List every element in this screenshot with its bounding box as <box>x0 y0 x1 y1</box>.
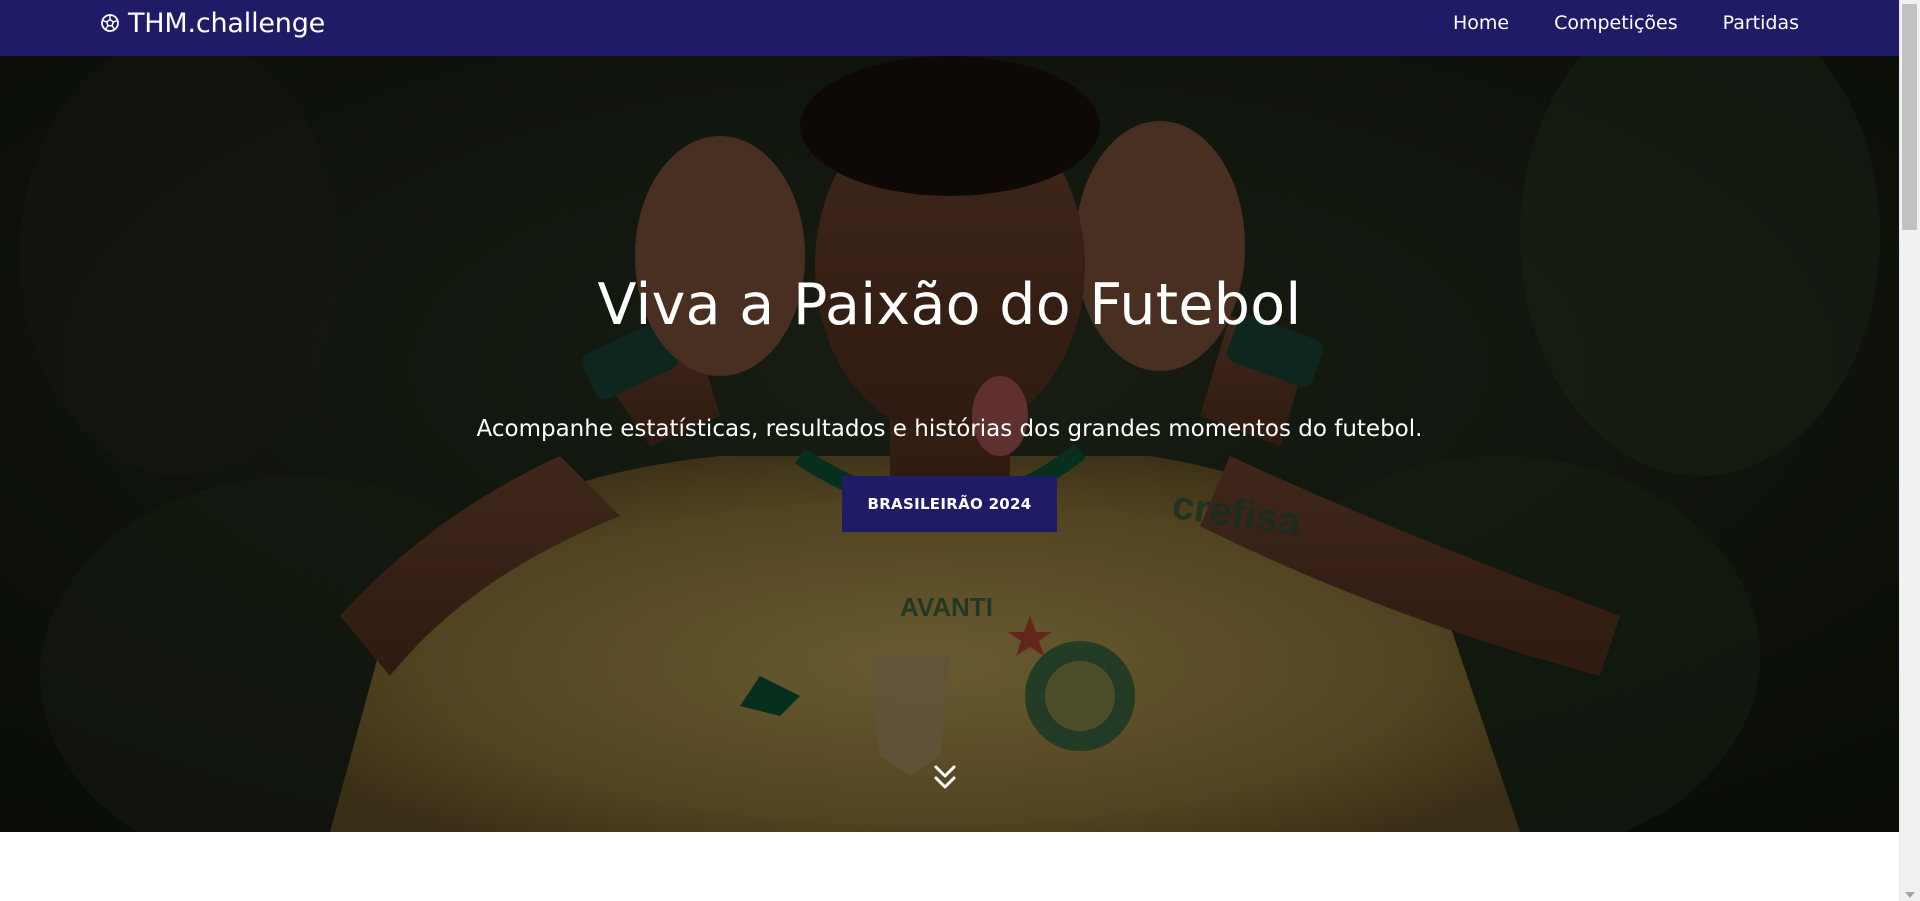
brasileirao-2024-button[interactable]: BRASILEIRÃO 2024 <box>842 476 1057 532</box>
scroll-down-arrow-icon[interactable] <box>1905 892 1915 898</box>
hero-dark-overlay <box>0 56 1899 832</box>
top-navbar: THM.challenge Home Competições Partidas <box>0 0 1899 56</box>
hero-subtitle: Acompanhe estatísticas, resultados e his… <box>476 416 1423 442</box>
soccer-ball-icon <box>101 14 119 32</box>
hero-title: Viva a Paixão do Futebol <box>597 272 1302 338</box>
nav-links: Home Competições Partidas <box>1453 12 1799 34</box>
chevron-double-down-icon[interactable] <box>933 764 957 792</box>
hero-section: AVANTI crefisa Viva a Paixão do Futebol … <box>0 56 1899 832</box>
brand-logo[interactable]: THM.challenge <box>100 8 325 39</box>
brand-name: THM.challenge <box>128 7 326 39</box>
page-scrollbar[interactable] <box>1899 0 1920 901</box>
nav-link-partidas[interactable]: Partidas <box>1723 12 1799 34</box>
scrollbar-thumb[interactable] <box>1902 4 1917 230</box>
nav-link-home[interactable]: Home <box>1453 12 1509 34</box>
nav-link-competicoes[interactable]: Competições <box>1554 12 1678 34</box>
